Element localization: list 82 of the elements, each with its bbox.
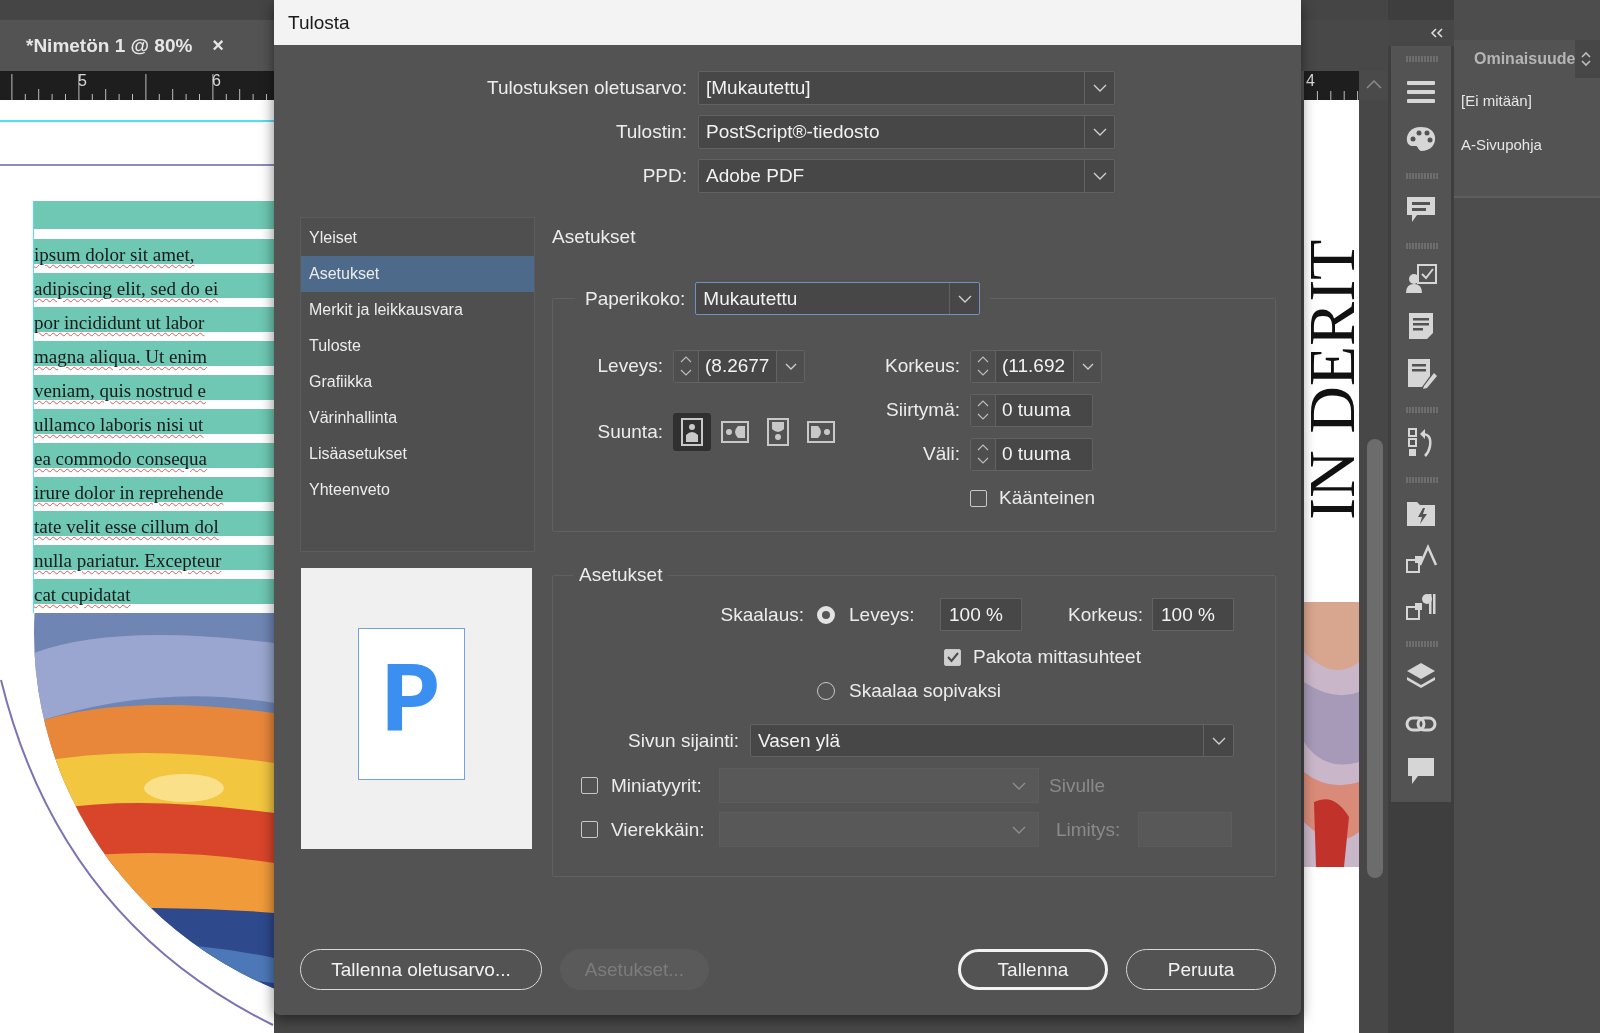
save-button[interactable]: Tallenna [958,949,1108,990]
document-tab[interactable]: *Nimetön 1 @ 80% × [0,20,274,71]
field-label: Tulostuksen oletusarvo: [487,77,687,99]
stepper-arrows-icon[interactable] [679,354,693,378]
chevron-icon[interactable] [1081,362,1094,370]
checkbox[interactable] [970,489,987,507]
radio-button[interactable] [817,605,835,624]
input-field[interactable]: 100 % [1152,598,1234,631]
dropdown[interactable]: Adobe PDF [698,159,1115,193]
grip-handle[interactable] [1404,243,1438,249]
ruler-number: 6 [212,72,221,90]
field-label: Skaalaus: [719,603,804,626]
close-button[interactable]: × [212,34,225,57]
checkbox[interactable] [944,648,961,666]
field-label: Leveys: [849,603,916,626]
ruler-ticks [1304,71,1359,100]
chevron-icon[interactable] [784,362,797,370]
preview-page: P [357,627,465,780]
spinner-field[interactable]: (8.2677 [673,349,805,383]
category-item[interactable]: Grafiikka [301,364,534,400]
field-label: PPD: [642,165,687,187]
grip-handle[interactable] [1404,407,1438,413]
grip-handle[interactable] [1404,173,1438,179]
vertical-heading: IN DERIT [1306,239,1358,520]
field-label: Korkeus: [885,355,960,377]
panel-item[interactable]: [Ei mitään] [1461,92,1600,110]
field-label: Paperikoko: [585,287,686,310]
category-item[interactable]: Värinhallinta [301,400,534,436]
radio-label: Skaalaa sopivaksi [849,680,1002,702]
chevron-icon [1092,84,1107,92]
category-item[interactable]: Merkit ja leikkausvara [301,292,534,328]
field-label: Siirtymä: [886,399,960,421]
save-preset-button[interactable]: Tallenna oletusarvo... [300,949,542,990]
chevron-icon [957,294,972,303]
cancel-button[interactable]: Peruuta [1126,949,1276,990]
chevron-icon [1092,172,1107,180]
chevron-icon [1012,781,1026,790]
input-field[interactable]: 100 % [940,598,1022,631]
dropdown[interactable]: [Mukautettu] [698,71,1115,105]
panel-item[interactable]: A-Sivupohja [1461,136,1600,154]
field-label: Sivun sijainti: [627,729,739,752]
panel-tab[interactable]: Ominaisuude [1454,40,1575,78]
field-label: Leveys: [597,355,663,377]
section-title: Asetukset [552,225,637,249]
checkbox-label: Käänteinen [999,487,1096,509]
dropdown[interactable]: PostScript®-tiedosto [698,115,1115,149]
field-label: Korkeus: [1067,603,1143,626]
collapse-icon[interactable] [1430,28,1444,38]
ruler-number: 5 [78,72,87,90]
stepper-arrows-icon[interactable] [976,398,990,422]
checkbox-label: Miniatyyrit: [611,774,703,797]
dropdown[interactable]: Mukautettu [695,282,981,315]
field-label: Väli: [923,443,960,465]
grip-handle[interactable] [1404,641,1438,647]
grip-handle[interactable] [1404,477,1438,483]
chevron-icon [1211,736,1226,745]
scrollbar-thumb[interactable] [1367,439,1383,878]
scroll-up-icon[interactable] [1365,79,1382,89]
spinner-field[interactable]: 0 tuuma [970,393,1093,427]
chevron-icon [1092,128,1107,136]
chevron-icon [1012,825,1026,834]
stepper-arrows-icon[interactable] [976,442,990,466]
category-item[interactable]: Tuloste [301,328,534,364]
field-label: Tulostin: [615,121,687,143]
category-item[interactable]: Asetukset [301,256,534,292]
field-label: Suunta: [597,421,663,443]
checkbox-label: Pakota mittasuhteet [973,646,1141,668]
ruler-number: 4 [1306,72,1315,90]
category-item[interactable]: Yleiset [301,220,534,256]
spinner-field[interactable]: 0 tuuma [970,437,1093,471]
stepper-arrows-icon[interactable] [976,354,990,378]
dropdown[interactable]: Vasen ylä [750,724,1234,757]
group-title: Asetukset [578,564,664,586]
grip-handle[interactable] [1404,56,1438,62]
updown-icon[interactable] [1581,51,1591,67]
orientation-portrait-button[interactable] [673,413,711,451]
person-check-icon[interactable] [1404,262,1438,296]
category-item[interactable]: Lisäasetukset [301,436,534,472]
checkbox-label: Vierekkäin: [611,818,706,841]
spinner-field[interactable]: (11.692 [970,349,1102,383]
category-item[interactable]: Yhteenveto [301,472,534,508]
dialog-title: Tulosta [274,0,1301,45]
